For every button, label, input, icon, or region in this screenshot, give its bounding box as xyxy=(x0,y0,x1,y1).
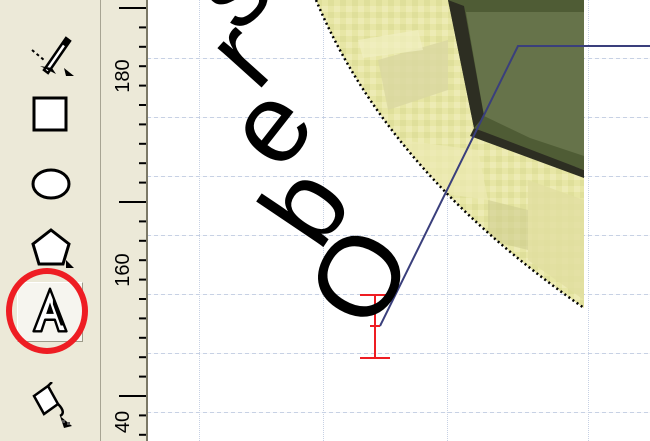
pentagon-icon xyxy=(31,228,74,268)
drawing-workspace[interactable]: 180 160 40 O b e r xyxy=(0,0,650,441)
rectangle-icon xyxy=(32,96,68,132)
toolbox xyxy=(0,0,101,441)
vertical-ruler[interactable]: 180 160 40 xyxy=(101,0,148,441)
freehand-tool[interactable] xyxy=(26,30,76,80)
polygon-tool[interactable] xyxy=(26,222,76,272)
ruler-label-180: 180 xyxy=(112,59,134,93)
fill-tool[interactable] xyxy=(26,382,76,432)
highlight-circle xyxy=(6,268,88,354)
ellipse-icon xyxy=(31,168,71,200)
ruler-label-40: 40 xyxy=(112,410,134,434)
canvas[interactable]: O b e r s xyxy=(148,0,650,441)
ellipse-tool[interactable] xyxy=(26,158,76,208)
ruler-label-160: 160 xyxy=(112,253,134,287)
rectangle-tool[interactable] xyxy=(26,90,76,140)
canvas-artwork xyxy=(314,0,650,359)
paint-bucket-icon xyxy=(32,382,72,428)
pen-arrow-icon xyxy=(31,36,74,76)
